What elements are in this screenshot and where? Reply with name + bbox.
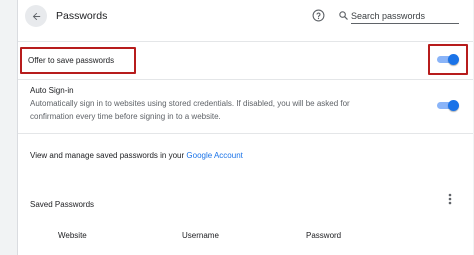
more-vert-icon	[448, 193, 452, 205]
google-account-link[interactable]: Google Account	[186, 151, 242, 160]
toggle-knob	[448, 100, 459, 111]
auto-signin-description-line1: Automatically sign in to websites using …	[30, 99, 350, 108]
saved-passwords-title: Saved Passwords	[30, 200, 95, 209]
toggle-knob	[448, 54, 459, 65]
offer-to-save-label: Offer to save passwords	[28, 56, 115, 65]
column-header-username[interactable]: Username	[182, 231, 219, 240]
help-circle-icon[interactable]	[312, 9, 325, 22]
arrow-back-icon	[32, 12, 40, 20]
page-title: Passwords	[56, 10, 108, 22]
auto-signin-description-line2: confirmation every time before signing i…	[30, 112, 221, 121]
passwords-settings-card: Passwords Offer to save passwords Auto S…	[17, 0, 473, 255]
search-icon	[339, 11, 348, 20]
search-box	[338, 8, 464, 24]
offer-to-save-toggle[interactable]	[435, 53, 459, 65]
column-header-website[interactable]: Website	[58, 231, 87, 240]
divider	[18, 79, 473, 80]
search-input[interactable]	[351, 8, 459, 24]
passwords-header: Passwords	[18, 0, 473, 32]
back-button[interactable]	[25, 5, 47, 27]
divider	[18, 133, 473, 134]
manage-passwords-prefix: View and manage saved passwords in your	[30, 151, 187, 160]
manage-passwords-text: View and manage saved passwords in your …	[30, 151, 243, 160]
divider	[18, 41, 473, 42]
column-header-password[interactable]: Password	[306, 231, 341, 240]
auto-signin-toggle[interactable]	[435, 99, 459, 111]
auto-signin-label: Auto Sign-in	[30, 86, 74, 95]
more-actions-button[interactable]	[443, 192, 457, 206]
